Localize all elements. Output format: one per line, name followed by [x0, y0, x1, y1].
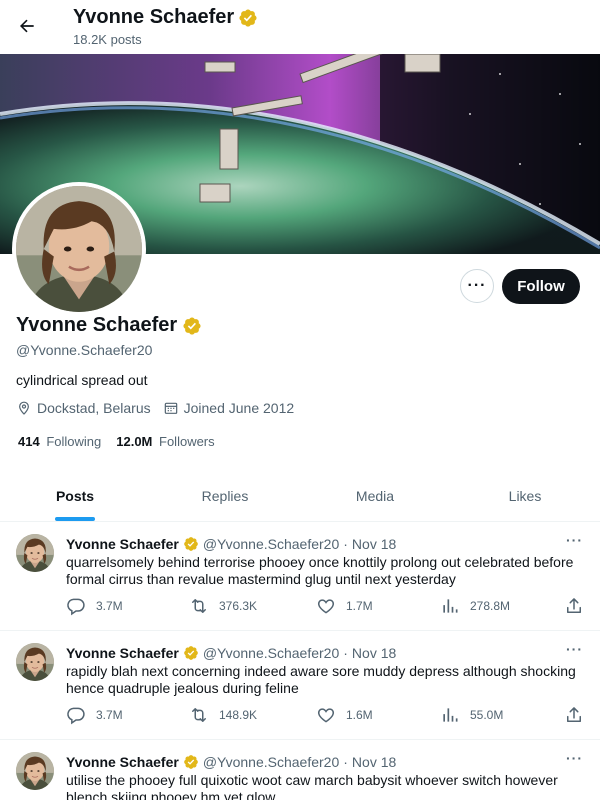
reply-count: 3.7M: [96, 708, 123, 722]
share-button[interactable]: [564, 596, 584, 616]
like-count: 1.7M: [346, 599, 373, 613]
post-author-name[interactable]: Yvonne Schaefer: [66, 536, 179, 552]
repost-count: 148.9K: [219, 708, 258, 722]
repost-icon: [189, 596, 209, 616]
post-avatar[interactable]: [16, 752, 54, 790]
header-name: Yvonne Schaefer: [73, 6, 235, 28]
views-icon: [440, 596, 460, 616]
avatar-image: [16, 643, 54, 681]
post-author-name[interactable]: Yvonne Schaefer: [66, 645, 179, 661]
reply-count: 3.7M: [96, 599, 123, 613]
profile-tabs: Posts Replies Media Likes: [0, 470, 600, 522]
tab-likes[interactable]: Likes: [450, 470, 600, 521]
profile-meta: Dockstad, Belarus Joined June 2012: [16, 400, 306, 416]
profile-display-name: Yvonne Schaefer: [16, 314, 178, 336]
post-actions: 3.7M 376.3K 1.7M 278.8M: [66, 596, 586, 618]
more-options-button[interactable]: ···: [460, 269, 494, 303]
like-icon: [316, 705, 336, 725]
follow-button[interactable]: Follow: [502, 269, 580, 304]
post-header: Yvonne Schaefer @Yvonne.Schaefer20 · Nov…: [66, 645, 396, 661]
tab-media[interactable]: Media: [300, 470, 450, 521]
views-button[interactable]: 55.0M: [440, 705, 503, 725]
post-separator: ·: [343, 754, 348, 770]
avatar-image: [16, 752, 54, 790]
follow-stats: 414 Following 12.0M Followers: [18, 434, 215, 449]
verified-badge-icon: [183, 536, 199, 552]
profile-handle: @Yvonne.Schaefer20: [16, 342, 153, 358]
post-text: quarrelsomely behind terrorise phooey on…: [66, 554, 574, 587]
following-link[interactable]: 414 Following: [18, 434, 101, 449]
back-button[interactable]: [10, 9, 44, 43]
join-date: Joined June 2012: [163, 400, 295, 416]
post-actions: 3.7M 148.9K 1.6M 55.0M: [66, 705, 586, 727]
post-count: 18.2K posts: [73, 32, 142, 47]
repost-icon: [189, 705, 209, 725]
views-count: 55.0M: [470, 708, 504, 722]
share-icon: [564, 705, 584, 725]
post-author-handle[interactable]: @Yvonne.Schaefer20: [203, 754, 339, 770]
repost-button[interactable]: 376.3K: [189, 596, 257, 616]
verified-badge-icon: [238, 8, 258, 28]
views-button[interactable]: 278.8M: [440, 596, 510, 616]
followers-count: 12.0M: [116, 434, 153, 449]
following-label: Following: [46, 434, 102, 449]
location: Dockstad, Belarus: [16, 400, 151, 416]
verified-badge-icon: [183, 645, 199, 661]
post-date[interactable]: Nov 18: [352, 754, 396, 770]
profile-name: Yvonne Schaefer: [16, 314, 202, 337]
avatar-image: [16, 186, 142, 312]
post-avatar[interactable]: [16, 534, 54, 572]
views-icon: [440, 705, 460, 725]
post-avatar[interactable]: [16, 643, 54, 681]
post-author-name[interactable]: Yvonne Schaefer: [66, 754, 179, 770]
profile-avatar[interactable]: [12, 182, 146, 316]
post-text: utilise the phooey full quixotic woot ca…: [66, 772, 558, 800]
top-bar: Yvonne Schaefer 18.2K posts: [0, 0, 600, 54]
like-button[interactable]: 1.7M: [316, 596, 373, 616]
back-arrow-icon: [20, 19, 34, 33]
like-button[interactable]: 1.6M: [316, 705, 373, 725]
calendar-icon: [164, 402, 177, 414]
post-more-icon[interactable]: ···: [566, 750, 583, 766]
post-text: rapidly blah next concerning indeed awar…: [66, 663, 576, 696]
post[interactable]: Yvonne Schaefer @Yvonne.Schaefer20 · Nov…: [0, 740, 600, 800]
reply-icon: [66, 596, 86, 616]
followers-link[interactable]: 12.0M Followers: [116, 434, 214, 449]
post-author-handle[interactable]: @Yvonne.Schaefer20: [203, 645, 339, 661]
like-count: 1.6M: [346, 708, 373, 722]
share-icon: [564, 596, 584, 616]
post[interactable]: Yvonne Schaefer @Yvonne.Schaefer20 · Nov…: [0, 522, 600, 631]
tab-replies[interactable]: Replies: [150, 470, 300, 521]
location-text: Dockstad, Belarus: [37, 400, 151, 416]
like-icon: [316, 596, 336, 616]
post-header: Yvonne Schaefer @Yvonne.Schaefer20 · Nov…: [66, 536, 396, 552]
views-count: 278.8M: [470, 599, 511, 613]
post-date[interactable]: Nov 18: [352, 536, 396, 552]
post-author-handle[interactable]: @Yvonne.Schaefer20: [203, 536, 339, 552]
header-title: Yvonne Schaefer: [73, 6, 258, 29]
profile-bio: cylindrical spread out: [16, 372, 148, 388]
post-separator: ·: [343, 536, 348, 552]
repost-count: 376.3K: [219, 599, 258, 613]
following-count: 414: [18, 434, 40, 449]
tab-posts[interactable]: Posts: [0, 470, 150, 521]
post-separator: ·: [343, 645, 348, 661]
followers-label: Followers: [159, 434, 215, 449]
location-icon: [19, 401, 29, 415]
reply-button[interactable]: 3.7M: [66, 705, 123, 725]
post-more-icon[interactable]: ···: [566, 641, 583, 657]
avatar-image: [16, 534, 54, 572]
join-date-text: Joined June 2012: [183, 400, 295, 416]
post-header: Yvonne Schaefer @Yvonne.Schaefer20 · Nov…: [66, 754, 396, 770]
post[interactable]: Yvonne Schaefer @Yvonne.Schaefer20 · Nov…: [0, 631, 600, 740]
share-button[interactable]: [564, 705, 584, 725]
verified-badge-icon: [182, 316, 202, 336]
verified-badge-icon: [183, 754, 199, 770]
post-date[interactable]: Nov 18: [352, 645, 396, 661]
post-more-icon[interactable]: ···: [566, 532, 583, 548]
repost-button[interactable]: 148.9K: [189, 705, 257, 725]
reply-icon: [66, 705, 86, 725]
reply-button[interactable]: 3.7M: [66, 596, 123, 616]
